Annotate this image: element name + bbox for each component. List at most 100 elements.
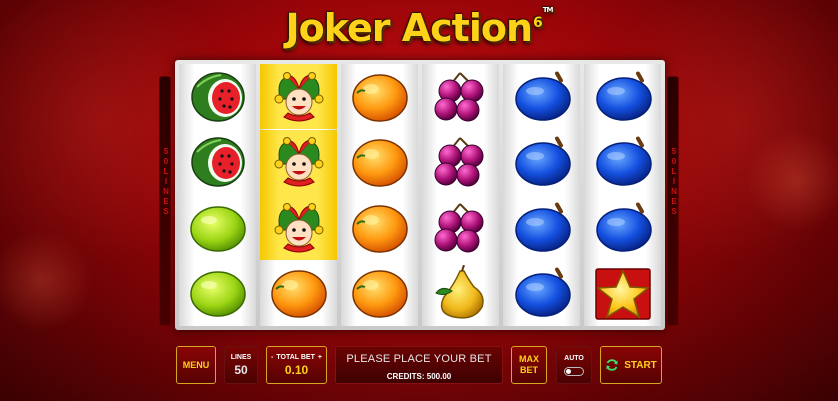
auto-label: AUTO (564, 354, 584, 362)
reel-4 (422, 64, 499, 326)
reel-cell-watermelon (179, 64, 256, 129)
orange-icon (270, 270, 327, 318)
lines-indicator-left: 50LINES (159, 76, 171, 326)
message-panel: PLEASE PLACE YOUR BET CREDITS: 500.00 (335, 346, 503, 384)
total-bet-value: 0.10 (284, 362, 309, 377)
auto-play-toggle[interactable]: AUTO (556, 346, 592, 384)
reel-cell-blue-plum (503, 64, 580, 129)
reel-2 (260, 64, 337, 326)
menu-button[interactable]: MENU (176, 346, 216, 384)
orange-icon (351, 139, 408, 187)
game-logo: Joker Action6TM (0, 6, 838, 50)
blue-plum-icon (595, 202, 652, 252)
reel-1 (179, 64, 256, 326)
reel-cell-orange (341, 195, 418, 260)
start-button-label: START (624, 359, 657, 371)
watermelon-icon (190, 71, 245, 122)
auto-toggle-switch[interactable] (564, 366, 584, 376)
credits-display: CREDITS: 500.00 (386, 372, 452, 381)
reel-cell-blue-plum (503, 130, 580, 195)
lines-indicator-char: 5 (671, 147, 677, 156)
lines-value: 50 (234, 362, 248, 377)
lines-indicator-char: S (671, 207, 677, 216)
blue-plum-icon (514, 71, 571, 121)
total-bet-label: TOTAL BET (276, 353, 315, 361)
joker-icon (274, 71, 323, 121)
lines-indicator-char: I (672, 177, 676, 186)
reel-cell-star (584, 261, 661, 326)
reel-5 (503, 64, 580, 326)
refresh-icon (606, 359, 618, 371)
reel-cell-joker (260, 64, 337, 129)
plums-icon (434, 71, 483, 121)
plums-icon (434, 137, 483, 187)
game-title: Joker Action (285, 6, 533, 50)
lines-display: LINES 50 (224, 346, 258, 384)
lines-indicator-char: L (671, 167, 677, 176)
orange-icon (351, 204, 408, 253)
total-bet-plus-button[interactable]: + (318, 354, 322, 361)
lime-icon (189, 205, 246, 252)
menu-button-label: MENU (182, 360, 210, 370)
orange-icon (351, 270, 408, 318)
blue-plum-icon (514, 267, 571, 317)
lines-indicator-right-text: 50LINES (668, 147, 680, 217)
blue-plum-icon (595, 71, 652, 121)
max-bet-button[interactable]: MAX BET (511, 346, 547, 384)
reel-cell-blue-plum (584, 195, 661, 260)
lines-indicator-right: 50LINES (667, 76, 679, 326)
game-title-superscript: 6 (533, 15, 543, 32)
joker-icon (274, 137, 323, 187)
orange-icon (351, 73, 408, 122)
total-bet-control: - TOTAL BET + 0.10 (266, 346, 327, 384)
blue-plum-icon (514, 136, 571, 186)
max-bet-label-line1: MAX (519, 354, 539, 364)
lines-indicator-char: E (163, 197, 169, 206)
lines-indicator-left-text: 50LINES (160, 147, 172, 217)
reels-area (175, 60, 665, 330)
reel-cell-lime (179, 195, 256, 260)
lines-indicator-char: L (163, 167, 169, 176)
total-bet-header: - TOTAL BET + (267, 354, 326, 361)
lines-indicator-char: 0 (163, 157, 169, 166)
reel-cell-blue-plum (584, 130, 661, 195)
lines-indicator-char: N (671, 187, 677, 196)
joker-icon (274, 202, 323, 252)
reel-cell-plums (422, 64, 499, 129)
plums-icon (434, 202, 483, 252)
start-button[interactable]: START (600, 346, 662, 384)
reel-cell-lime (179, 261, 256, 326)
reel-cell-joker (260, 195, 337, 260)
blue-plum-icon (514, 202, 571, 252)
pear-icon (434, 265, 484, 319)
reel-cell-orange (341, 130, 418, 195)
reel-6 (584, 64, 661, 326)
toggle-knob (566, 368, 571, 374)
lines-indicator-char: I (164, 177, 168, 186)
lines-indicator-char: E (671, 197, 677, 206)
reel-cell-orange (341, 261, 418, 326)
lines-indicator-char: S (163, 207, 169, 216)
reel-cell-plums (422, 195, 499, 260)
lines-indicator-char: N (163, 187, 169, 196)
reel-cell-blue-plum (584, 64, 661, 129)
lime-icon (189, 271, 246, 317)
reel-cell-plums (422, 130, 499, 195)
reel-3 (341, 64, 418, 326)
reel-cell-pear (422, 261, 499, 326)
status-message: PLEASE PLACE YOUR BET (346, 353, 492, 365)
trademark: TM (542, 6, 554, 14)
total-bet-minus-button[interactable]: - (271, 354, 273, 361)
reel-cell-blue-plum (503, 195, 580, 260)
reel-cell-watermelon (179, 130, 256, 195)
star-icon (594, 268, 651, 320)
lines-indicator-char: 5 (163, 147, 169, 156)
lines-indicator-char: 0 (671, 157, 677, 166)
blue-plum-icon (595, 136, 652, 186)
reel-cell-joker (260, 129, 337, 195)
reel-cell-blue-plum (503, 261, 580, 326)
reel-cell-orange (260, 261, 337, 326)
watermelon-icon (190, 137, 245, 187)
reel-cell-orange (341, 64, 418, 129)
max-bet-label-line2: BET (520, 365, 538, 375)
